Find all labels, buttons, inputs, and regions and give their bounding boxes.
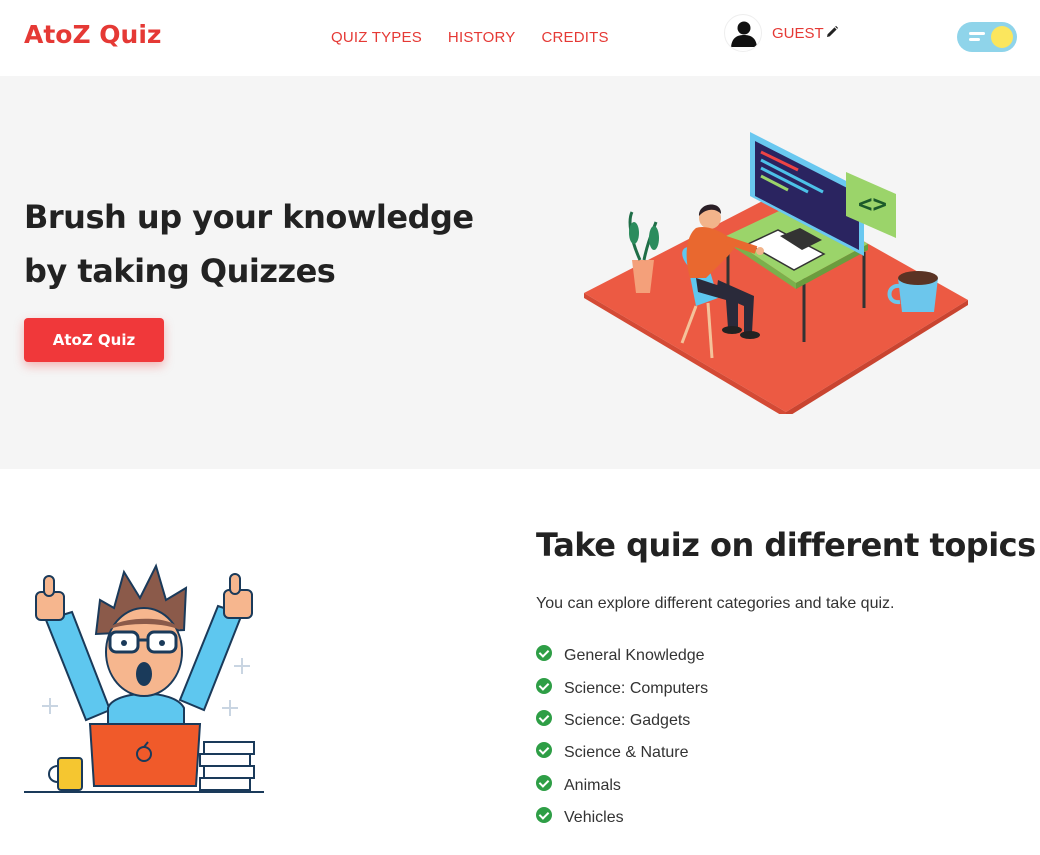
main-nav: QUIZ TYPES HISTORY CREDITS <box>331 29 609 46</box>
toggle-line-icon <box>969 38 980 41</box>
check-circle-icon <box>536 677 552 694</box>
check-circle-icon <box>536 742 552 759</box>
hero-title: Brush up your knowledge by taking Quizze… <box>24 190 474 298</box>
topic-label: Vehicles <box>564 809 624 827</box>
topic-list: General Knowledge Science: Computers Sci… <box>536 640 708 834</box>
nav-history[interactable]: HISTORY <box>448 29 516 46</box>
list-item: Vehicles <box>536 802 708 834</box>
topic-label: Science: Computers <box>564 679 709 697</box>
list-item: Science: Computers <box>536 672 708 704</box>
nav-credits[interactable]: CREDITS <box>541 29 608 46</box>
hero-line2-prefix: by taking <box>24 252 200 290</box>
list-item: Science: Gadgets <box>536 705 708 737</box>
svg-text:<>: <> <box>858 190 887 218</box>
theme-toggle[interactable] <box>957 22 1017 52</box>
check-circle-icon <box>536 807 552 824</box>
topic-label: Animals <box>564 776 621 794</box>
topics-subtitle: You can explore different categories and… <box>536 595 895 612</box>
logo[interactable]: AtoZ Quiz <box>24 20 161 49</box>
thumbs-up-student-illustration <box>24 563 264 793</box>
list-item: Animals <box>536 770 708 802</box>
edit-pencil-icon[interactable] <box>825 24 839 43</box>
sun-icon <box>991 26 1013 48</box>
user-name[interactable]: GUEST <box>772 25 824 42</box>
list-item: General Knowledge <box>536 640 708 672</box>
topic-label: Science & Nature <box>564 744 689 762</box>
topics-title: Take quiz on different topics <box>536 526 1036 564</box>
check-circle-icon <box>536 709 552 726</box>
hero-line2-bold: Quizzes <box>199 252 336 290</box>
toggle-line-icon <box>969 32 985 35</box>
developer-desk-illustration: <> <box>584 132 968 414</box>
list-item: Science & Nature <box>536 737 708 769</box>
hero-line1: Brush up your knowledge <box>24 198 474 236</box>
top-navbar: AtoZ Quiz QUIZ TYPES HISTORY CREDITS GUE… <box>0 0 1040 76</box>
avatar[interactable] <box>724 14 762 52</box>
check-circle-icon <box>536 774 552 791</box>
topic-label: Science: Gadgets <box>564 711 691 729</box>
start-quiz-button[interactable]: AtoZ Quiz <box>24 318 164 362</box>
topic-label: General Knowledge <box>564 647 705 665</box>
check-circle-icon <box>536 645 552 662</box>
nav-quiz-types[interactable]: QUIZ TYPES <box>331 29 422 46</box>
